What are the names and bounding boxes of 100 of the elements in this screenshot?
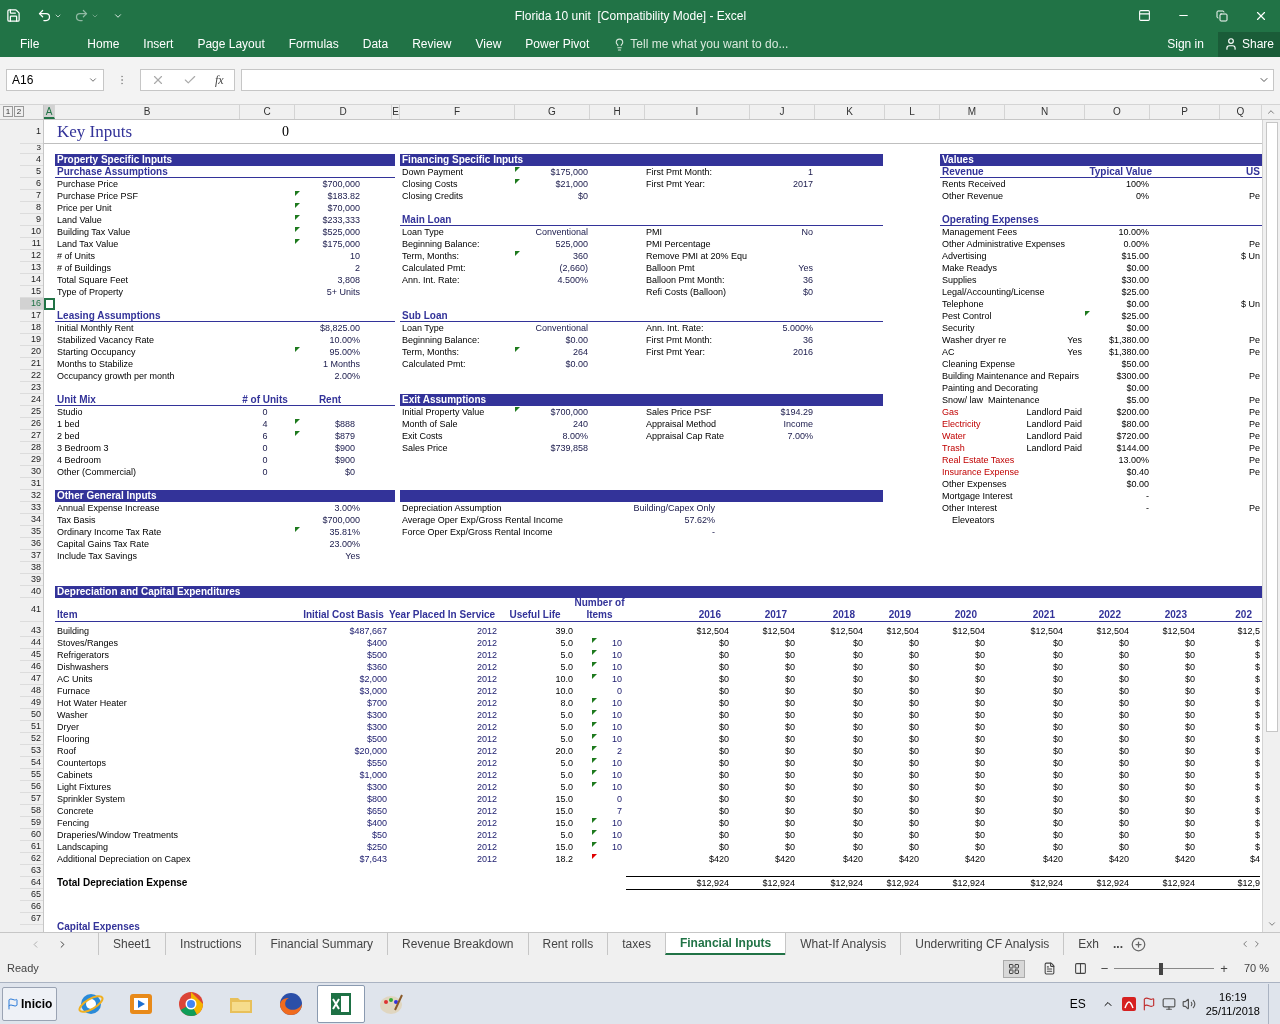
row-header[interactable]: 46 — [20, 660, 43, 673]
restore-icon[interactable] — [1216, 10, 1228, 22]
row-header[interactable]: 54 — [20, 756, 43, 769]
row-header[interactable]: 58 — [20, 804, 43, 817]
action-center-icon[interactable] — [1141, 996, 1156, 1011]
row-header[interactable]: 18 — [20, 321, 43, 334]
ribbon-tab[interactable]: Insert — [131, 31, 186, 57]
row-header[interactable]: 51 — [20, 720, 43, 733]
column-header[interactable]: J — [750, 104, 815, 119]
share-button[interactable]: Share — [1217, 31, 1280, 57]
row-header[interactable]: 48 — [20, 684, 43, 697]
formula-input[interactable] — [240, 69, 1274, 92]
sign-in-link[interactable]: Sign in — [1167, 35, 1204, 54]
clock-time[interactable]: 16:19 — [1219, 989, 1247, 1004]
row-header[interactable]: 13 — [20, 261, 43, 274]
row-header[interactable]: 47 — [20, 672, 43, 685]
ribbon-tab[interactable]: Review — [400, 31, 464, 57]
zoom-out-button[interactable]: − — [1100, 958, 1109, 979]
row-header[interactable]: 7 — [20, 189, 43, 202]
column-header[interactable]: G — [515, 104, 590, 119]
row-header[interactable]: 35 — [20, 525, 43, 538]
column-header[interactable]: P — [1150, 104, 1220, 119]
ribbon-tab[interactable]: Page Layout — [185, 31, 277, 57]
row-header[interactable]: 36 — [20, 537, 43, 550]
column-header[interactable]: I — [645, 104, 750, 119]
ribbon-tab[interactable]: Home — [75, 31, 132, 57]
row-header[interactable]: 66 — [20, 900, 43, 913]
row-header[interactable]: 3 — [20, 143, 43, 154]
row-header[interactable]: 31 — [20, 477, 43, 490]
scroll-right-icon[interactable] — [1252, 939, 1262, 950]
undo-icon[interactable] — [37, 8, 52, 24]
column-header[interactable]: H — [590, 104, 645, 119]
row-header[interactable]: 6 — [20, 177, 43, 190]
outline-level-button[interactable]: 1 — [3, 106, 13, 118]
clock-date[interactable]: 25/11/2018 — [1205, 1003, 1260, 1018]
row-header[interactable]: 38 — [20, 561, 43, 574]
volume-icon[interactable] — [1181, 996, 1196, 1011]
ribbon-tab[interactable]: Data — [350, 31, 401, 57]
row-header[interactable]: 62 — [20, 852, 43, 865]
name-box[interactable]: A16 — [6, 69, 104, 92]
row-header[interactable]: 1 — [20, 119, 43, 144]
column-header[interactable]: C — [240, 104, 295, 119]
row-header[interactable]: 32 — [20, 489, 43, 502]
column-header[interactable]: L — [885, 104, 940, 119]
row-header[interactable]: 49 — [20, 696, 43, 709]
row-header[interactable]: 20 — [20, 345, 43, 358]
scroll-left-icon[interactable] — [1240, 939, 1250, 950]
normal-view-button[interactable] — [1002, 959, 1025, 978]
ribbon-display-icon[interactable] — [1138, 9, 1151, 23]
row-header[interactable]: 57 — [20, 792, 43, 805]
row-header[interactable]: 60 — [20, 828, 43, 841]
zoom-slider-track[interactable] — [1114, 962, 1215, 975]
row-header[interactable]: 34 — [20, 513, 43, 526]
language-indicator[interactable]: ES — [1069, 994, 1086, 1013]
row-header[interactable]: 11 — [20, 237, 43, 250]
row-header[interactable]: 52 — [20, 732, 43, 745]
column-header[interactable]: M — [940, 104, 1005, 119]
ribbon-tab[interactable]: File — [0, 31, 60, 57]
row-header[interactable]: 19 — [20, 333, 43, 346]
row-header[interactable]: 23 — [20, 381, 43, 394]
row-header[interactable]: 45 — [20, 648, 43, 661]
row-header[interactable]: 9 — [20, 213, 43, 226]
column-header[interactable]: F — [400, 104, 515, 119]
row-header[interactable]: 15 — [20, 285, 43, 298]
zoom-level[interactable]: 70 % — [1243, 960, 1269, 977]
customize-icon[interactable] — [113, 11, 123, 21]
row-header[interactable]: 12 — [20, 249, 43, 262]
insert-function-button[interactable]: fx — [215, 71, 224, 90]
column-header[interactable]: A — [44, 104, 55, 119]
row-header[interactable]: 26 — [20, 417, 43, 430]
scroll-thumb[interactable] — [1265, 121, 1278, 732]
sheet-tab[interactable]: Financial Inputs — [664, 933, 786, 956]
column-header[interactable]: D — [295, 104, 392, 119]
row-header[interactable]: 10 — [20, 225, 43, 238]
row-header[interactable]: 61 — [20, 840, 43, 853]
row-header[interactable]: 25 — [20, 405, 43, 418]
pdf-tray-icon[interactable] — [1121, 996, 1136, 1011]
row-header[interactable]: 27 — [20, 429, 43, 442]
zoom-slider-thumb[interactable] — [1159, 962, 1164, 975]
new-sheet-icon[interactable] — [1131, 936, 1146, 952]
caret-icon[interactable] — [54, 12, 62, 20]
column-header[interactable]: O — [1085, 104, 1150, 119]
start-button[interactable]: Inicio — [2, 986, 58, 1021]
vertical-scrollbar[interactable] — [1262, 119, 1280, 933]
zoom-in-button[interactable]: + — [1220, 958, 1228, 979]
row-header[interactable]: 24 — [20, 393, 43, 406]
row-header[interactable]: 53 — [20, 744, 43, 757]
row-header[interactable]: 59 — [20, 816, 43, 829]
page-layout-icon[interactable] — [1042, 962, 1056, 976]
close-icon[interactable] — [1254, 9, 1268, 23]
outline-level-button[interactable]: 2 — [14, 106, 24, 118]
tell-me-field[interactable]: Tell me what you want to do... — [630, 35, 789, 54]
more-sheets-button[interactable]: ... — [1113, 933, 1131, 956]
row-header[interactable]: 37 — [20, 549, 43, 562]
ribbon-tab[interactable]: Formulas — [276, 31, 351, 57]
row-header[interactable]: 41 — [20, 597, 43, 622]
row-header[interactable]: 65 — [20, 888, 43, 901]
column-header[interactable]: N — [1005, 104, 1085, 119]
row-header[interactable]: 5 — [20, 165, 43, 178]
network-icon[interactable] — [1161, 996, 1176, 1011]
